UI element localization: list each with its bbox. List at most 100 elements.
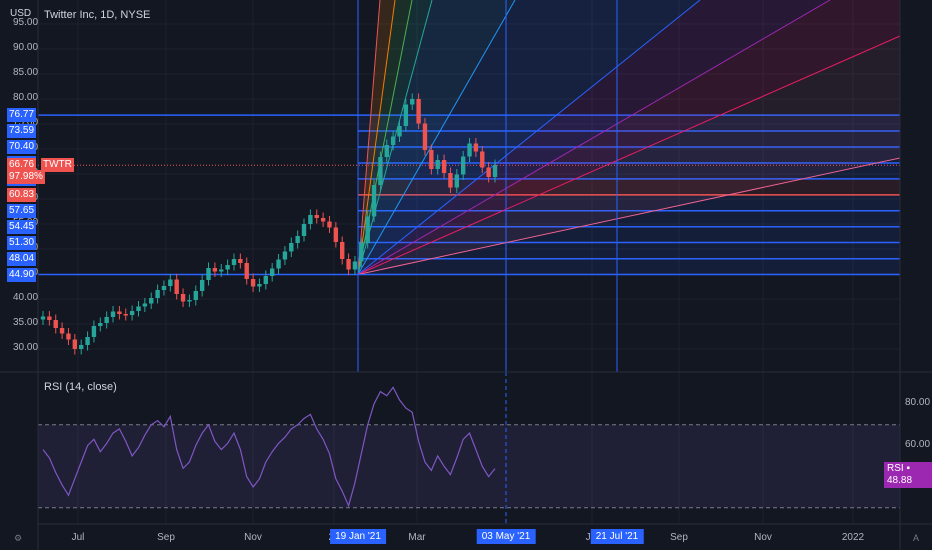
- candle-body: [66, 333, 71, 340]
- settings-icon[interactable]: ⚙: [14, 533, 22, 544]
- candle-body: [206, 268, 211, 280]
- time-tick-label: 2022: [841, 532, 865, 543]
- candle-body: [410, 99, 415, 105]
- price-tick-label: 30.00: [13, 342, 39, 353]
- candle-body: [441, 160, 447, 173]
- candle-body: [110, 311, 116, 317]
- candle-body: [473, 143, 479, 152]
- date-badge: 03 May '21: [476, 529, 536, 544]
- fib-level-badge: 48.04: [7, 251, 37, 266]
- time-tick-label: Mar: [408, 532, 426, 543]
- rsi-legend[interactable]: RSI (14, close): [44, 381, 117, 393]
- candle-body: [340, 242, 345, 259]
- fib-level-badge: 51.30: [7, 235, 37, 250]
- fib-level-badge: 70.40: [7, 140, 37, 154]
- rsi-value-badge: RSI ▪ 48.88: [884, 462, 932, 488]
- candle-body: [212, 268, 218, 272]
- candle-body: [142, 303, 148, 307]
- time-tick-label: Nov: [244, 532, 262, 543]
- fib-level-badge: 73.59: [7, 124, 37, 139]
- candle-body: [289, 243, 294, 252]
- rsi-pane[interactable]: [38, 386, 900, 509]
- candle-body: [187, 300, 192, 302]
- candle-body: [390, 136, 396, 145]
- candle-body: [98, 323, 103, 326]
- symbol-legend[interactable]: Twitter Inc, 1D, NYSE: [44, 9, 150, 21]
- candle-body: [161, 286, 167, 290]
- candle-body: [492, 165, 498, 177]
- fib-level-badge: 60.83: [7, 187, 37, 202]
- last-pct-badge: 97.98%: [7, 170, 45, 184]
- candle-body: [416, 99, 421, 124]
- price-tick-label: 90.00: [13, 42, 39, 53]
- date-badge: 21 Jul '21: [590, 529, 644, 544]
- candle-body: [371, 185, 377, 217]
- candle-body: [276, 259, 281, 269]
- candle-body: [352, 261, 358, 270]
- candle-body: [282, 251, 288, 260]
- rsi-band: [38, 424, 900, 508]
- candle-body: [308, 215, 313, 224]
- candle-body: [136, 306, 141, 311]
- fib-level-badge: 54.45: [7, 219, 37, 234]
- candle-body: [397, 126, 402, 137]
- rsi-tick-label: 80.00: [905, 397, 931, 408]
- candle-body: [129, 311, 135, 315]
- candle-body: [486, 167, 491, 177]
- candle-body: [231, 259, 237, 265]
- candle-body: [250, 279, 256, 287]
- candle-body: [193, 291, 198, 300]
- candle-body: [180, 294, 186, 302]
- candle-body: [219, 269, 224, 272]
- symbol-badge: TWTR: [41, 158, 74, 172]
- candle-body: [199, 280, 205, 291]
- candle-body: [295, 236, 300, 243]
- candle-body: [384, 145, 389, 157]
- candle-body: [85, 337, 90, 345]
- candle-body: [47, 316, 52, 320]
- chart-canvas[interactable]: [0, 0, 932, 550]
- candle-body: [123, 314, 128, 316]
- fib-band: [358, 258, 900, 275]
- candle-body: [467, 143, 472, 157]
- time-tick-label: Sep: [157, 532, 175, 543]
- candle-body: [403, 104, 409, 126]
- candle-body: [244, 263, 249, 279]
- candle-body: [104, 317, 109, 323]
- candle-body: [168, 279, 173, 286]
- candle-body: [149, 298, 154, 304]
- time-tick-label: Sep: [670, 532, 688, 543]
- time-tick-label: Nov: [754, 532, 772, 543]
- candle-body: [225, 265, 230, 270]
- candle-body: [435, 160, 440, 169]
- candle-body: [257, 284, 262, 287]
- candle-body: [320, 218, 326, 222]
- candle-body: [238, 259, 243, 263]
- candle-body: [59, 328, 65, 334]
- price-tick-label: 95.00: [13, 17, 39, 28]
- auto-scale-button[interactable]: A: [913, 533, 919, 543]
- candle-body: [333, 227, 339, 242]
- candle-body: [53, 320, 58, 328]
- price-tick-label: 80.00: [13, 92, 39, 103]
- price-tick-label: 85.00: [13, 67, 39, 78]
- candle-body: [314, 215, 319, 218]
- candle-body: [378, 157, 383, 185]
- candle-body: [327, 221, 332, 228]
- candle-body: [72, 339, 78, 349]
- candle-body: [301, 224, 307, 236]
- candle-body: [365, 216, 370, 243]
- chart-window[interactable]: USD Twitter Inc, 1D, NYSE RSI (14, close…: [0, 0, 932, 550]
- candle-body: [117, 311, 122, 314]
- candle-body: [359, 243, 364, 262]
- candle-body: [155, 290, 160, 298]
- candle-body: [454, 174, 460, 188]
- fib-level-badge: 44.90: [7, 267, 37, 282]
- time-tick-label: Jul: [71, 532, 85, 543]
- fib-level-badge: 76.77: [7, 108, 37, 123]
- candle-body: [422, 123, 428, 150]
- date-badge: 19 Jan '21: [330, 529, 386, 544]
- price-tick-label: 40.00: [13, 292, 39, 303]
- candle-body: [174, 279, 179, 294]
- candle-body: [269, 268, 275, 276]
